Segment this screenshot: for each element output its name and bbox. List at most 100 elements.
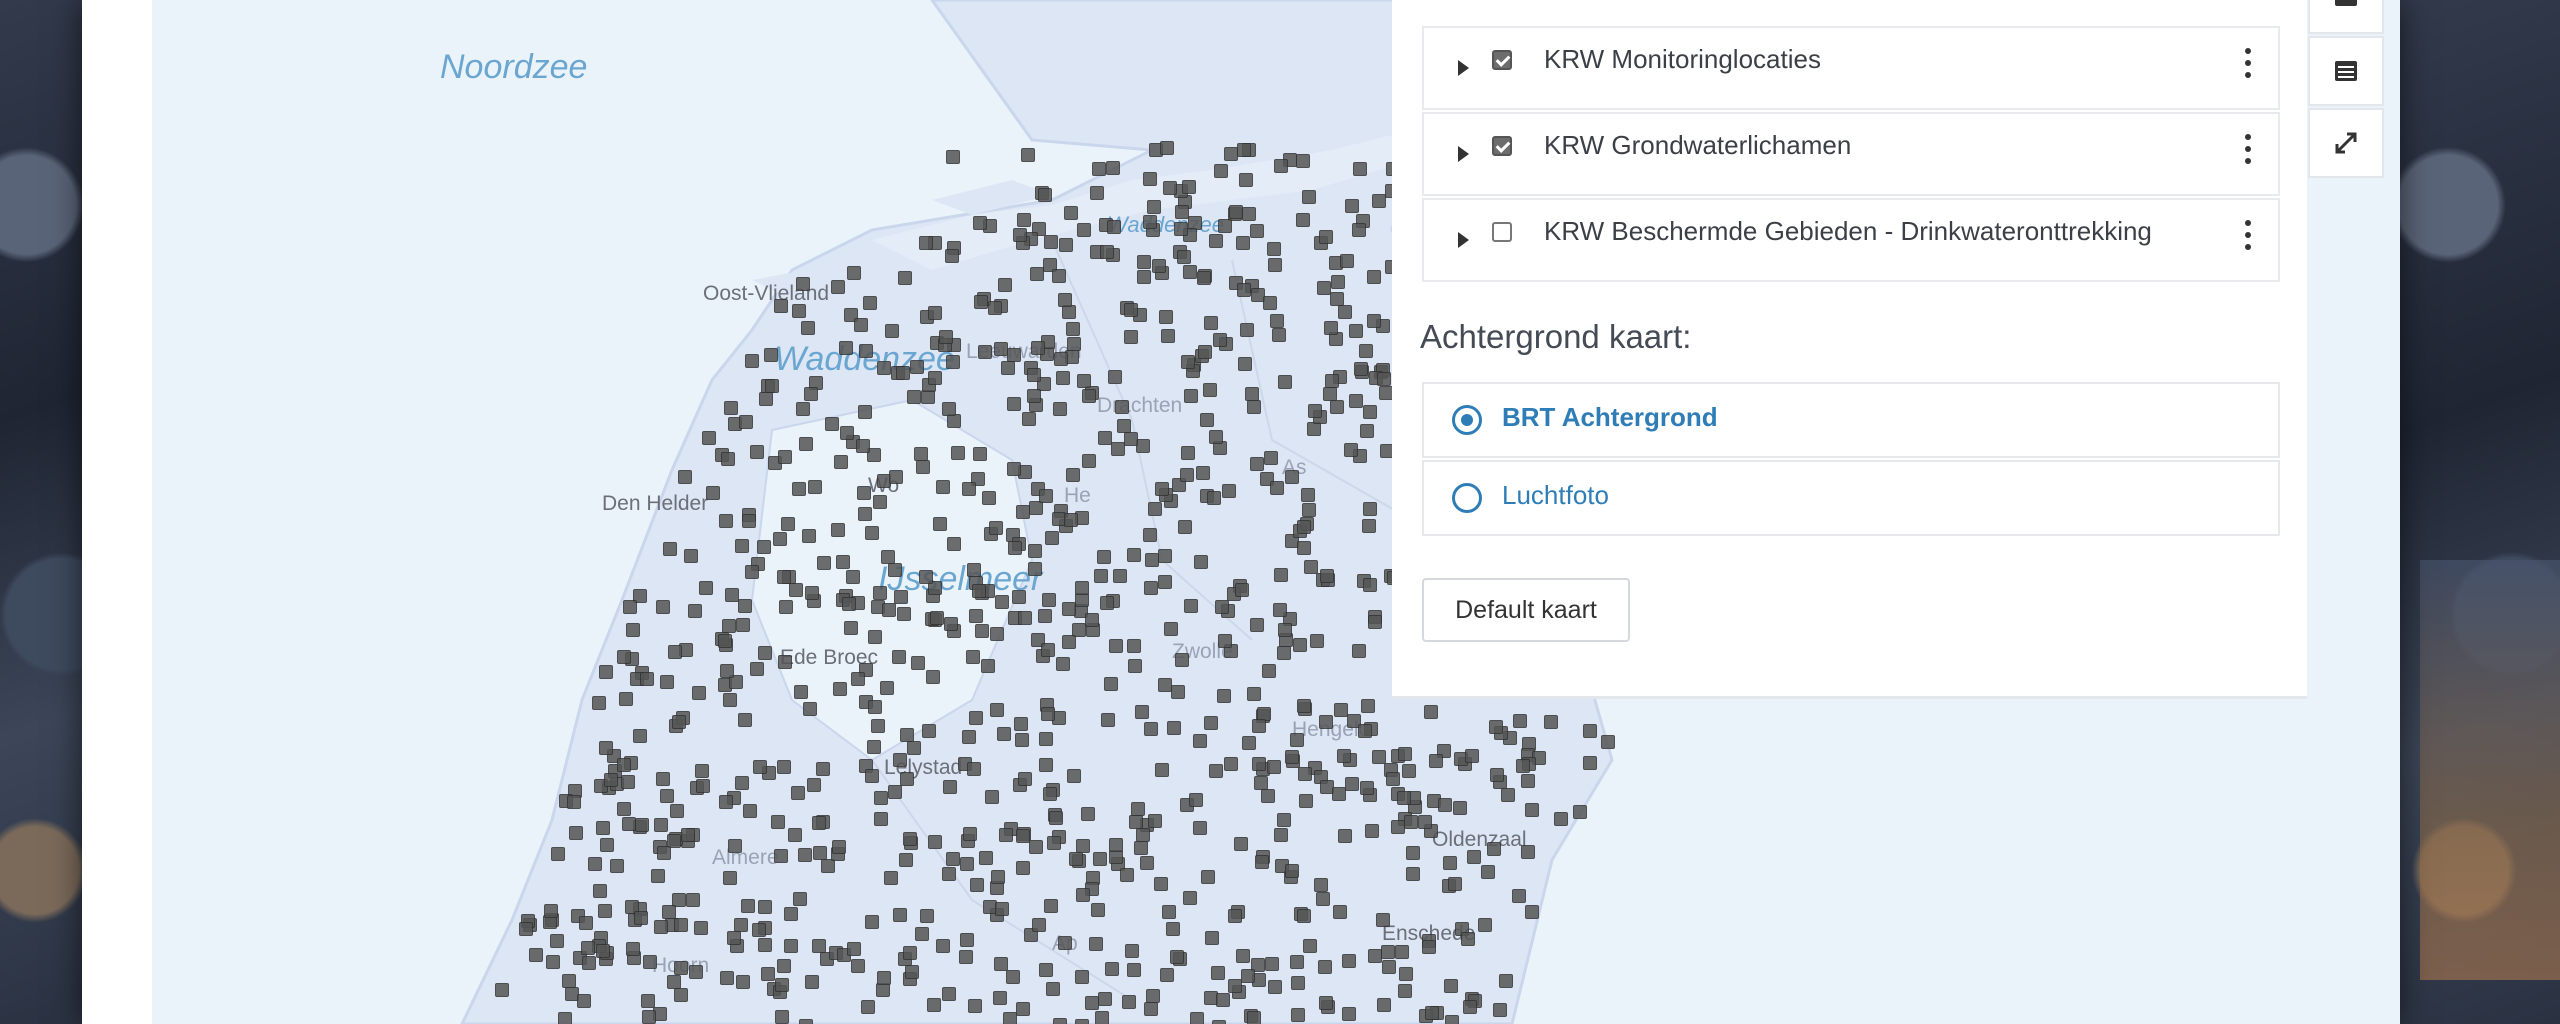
monitoring-marker[interactable]	[846, 266, 861, 281]
layers-tool-button[interactable]	[2308, 0, 2384, 34]
monitoring-marker[interactable]	[1116, 418, 1131, 433]
monitoring-marker[interactable]	[662, 904, 677, 919]
monitoring-marker[interactable]	[804, 586, 819, 601]
kebab-menu-icon[interactable]	[2244, 134, 2252, 174]
monitoring-marker[interactable]	[984, 790, 999, 805]
monitoring-marker[interactable]	[969, 877, 984, 892]
monitoring-marker[interactable]	[1339, 253, 1354, 268]
monitoring-marker[interactable]	[958, 950, 973, 965]
monitoring-marker[interactable]	[804, 975, 819, 989]
monitoring-marker[interactable]	[1421, 940, 1436, 955]
monitoring-marker[interactable]	[1177, 250, 1192, 265]
monitoring-marker[interactable]	[686, 892, 701, 907]
monitoring-marker[interactable]	[1123, 303, 1138, 317]
monitoring-marker[interactable]	[1124, 944, 1139, 958]
monitoring-marker[interactable]	[1462, 999, 1477, 1014]
monitoring-marker[interactable]	[1395, 944, 1410, 959]
monitoring-marker[interactable]	[868, 700, 883, 715]
monitoring-marker[interactable]	[1403, 815, 1418, 830]
monitoring-marker[interactable]	[868, 630, 883, 645]
monitoring-marker[interactable]	[1330, 291, 1345, 306]
monitoring-marker[interactable]	[1343, 443, 1358, 458]
monitoring-marker[interactable]	[1193, 555, 1208, 570]
monitoring-marker[interactable]	[1046, 836, 1061, 850]
monitoring-marker[interactable]	[795, 402, 810, 417]
monitoring-marker[interactable]	[839, 425, 854, 440]
monitoring-marker[interactable]	[1296, 909, 1311, 924]
monitoring-marker[interactable]	[1337, 828, 1352, 843]
monitoring-marker[interactable]	[969, 608, 984, 623]
monitoring-marker[interactable]	[1251, 756, 1266, 771]
monitoring-marker[interactable]	[598, 904, 613, 919]
monitoring-marker[interactable]	[903, 832, 918, 847]
monitoring-marker[interactable]	[1367, 270, 1382, 285]
monitoring-marker[interactable]	[1298, 766, 1313, 781]
monitoring-marker[interactable]	[1027, 561, 1042, 576]
monitoring-marker[interactable]	[962, 826, 977, 841]
monitoring-marker[interactable]	[1183, 388, 1198, 403]
monitoring-marker[interactable]	[1267, 257, 1282, 272]
monitoring-marker[interactable]	[1448, 876, 1463, 891]
monitoring-marker[interactable]	[1017, 611, 1032, 626]
monitoring-marker[interactable]	[719, 664, 734, 679]
monitoring-marker[interactable]	[633, 911, 648, 926]
monitoring-marker[interactable]	[1601, 734, 1616, 749]
monitoring-marker[interactable]	[1362, 404, 1377, 419]
monitoring-marker[interactable]	[599, 838, 614, 853]
monitoring-marker[interactable]	[971, 583, 986, 598]
monitoring-marker[interactable]	[861, 1000, 876, 1015]
monitoring-marker[interactable]	[1006, 397, 1021, 412]
monitoring-marker[interactable]	[761, 966, 776, 981]
monitoring-marker[interactable]	[1096, 550, 1111, 565]
monitoring-marker[interactable]	[1398, 984, 1413, 999]
monitoring-marker[interactable]	[1341, 953, 1356, 968]
monitoring-marker[interactable]	[667, 644, 682, 659]
monitoring-marker[interactable]	[881, 550, 896, 565]
monitoring-marker[interactable]	[657, 846, 672, 861]
monitoring-marker[interactable]	[838, 340, 853, 355]
monitoring-marker[interactable]	[981, 659, 996, 674]
monitoring-marker[interactable]	[1012, 590, 1027, 605]
monitoring-marker[interactable]	[1139, 856, 1154, 871]
monitoring-marker[interactable]	[1235, 948, 1250, 963]
default-map-button[interactable]: Default kaart	[1422, 578, 1630, 642]
monitoring-marker[interactable]	[1583, 723, 1598, 738]
monitoring-marker[interactable]	[1234, 582, 1249, 597]
monitoring-marker[interactable]	[1266, 242, 1281, 257]
monitoring-marker[interactable]	[1077, 222, 1092, 237]
monitoring-marker[interactable]	[1303, 939, 1318, 954]
monitoring-marker[interactable]	[1301, 488, 1316, 503]
monitoring-marker[interactable]	[774, 977, 789, 992]
monitoring-marker[interactable]	[1029, 840, 1044, 855]
monitoring-marker[interactable]	[1425, 1006, 1440, 1021]
monitoring-marker[interactable]	[1089, 186, 1104, 201]
monitoring-marker[interactable]	[784, 907, 799, 922]
monitoring-marker[interactable]	[1131, 801, 1146, 816]
monitoring-marker[interactable]	[1461, 931, 1476, 946]
monitoring-marker[interactable]	[1053, 401, 1068, 416]
monitoring-marker[interactable]	[1204, 316, 1219, 331]
monitoring-marker[interactable]	[872, 495, 887, 510]
monitoring-marker[interactable]	[1554, 811, 1569, 826]
monitoring-marker[interactable]	[1277, 646, 1292, 661]
monitoring-marker[interactable]	[899, 727, 914, 742]
monitoring-marker[interactable]	[996, 727, 1011, 742]
monitoring-marker[interactable]	[689, 964, 704, 979]
monitoring-marker[interactable]	[1031, 341, 1046, 356]
monitoring-marker[interactable]	[1137, 270, 1152, 285]
monitoring-marker[interactable]	[655, 599, 670, 614]
monitoring-marker[interactable]	[1041, 593, 1056, 608]
monitoring-marker[interactable]	[1082, 453, 1097, 468]
monitoring-marker[interactable]	[1360, 423, 1375, 438]
monitoring-marker[interactable]	[778, 655, 793, 670]
monitoring-marker[interactable]	[738, 713, 753, 728]
monitoring-marker[interactable]	[577, 994, 592, 1009]
monitoring-marker[interactable]	[854, 317, 869, 332]
monitoring-marker[interactable]	[718, 514, 733, 529]
monitoring-marker[interactable]	[1453, 800, 1468, 815]
monitoring-marker[interactable]	[1026, 368, 1041, 383]
monitoring-marker[interactable]	[1336, 748, 1351, 763]
monitoring-marker[interactable]	[885, 324, 899, 339]
monitoring-marker[interactable]	[969, 710, 984, 725]
monitoring-marker[interactable]	[893, 589, 908, 604]
